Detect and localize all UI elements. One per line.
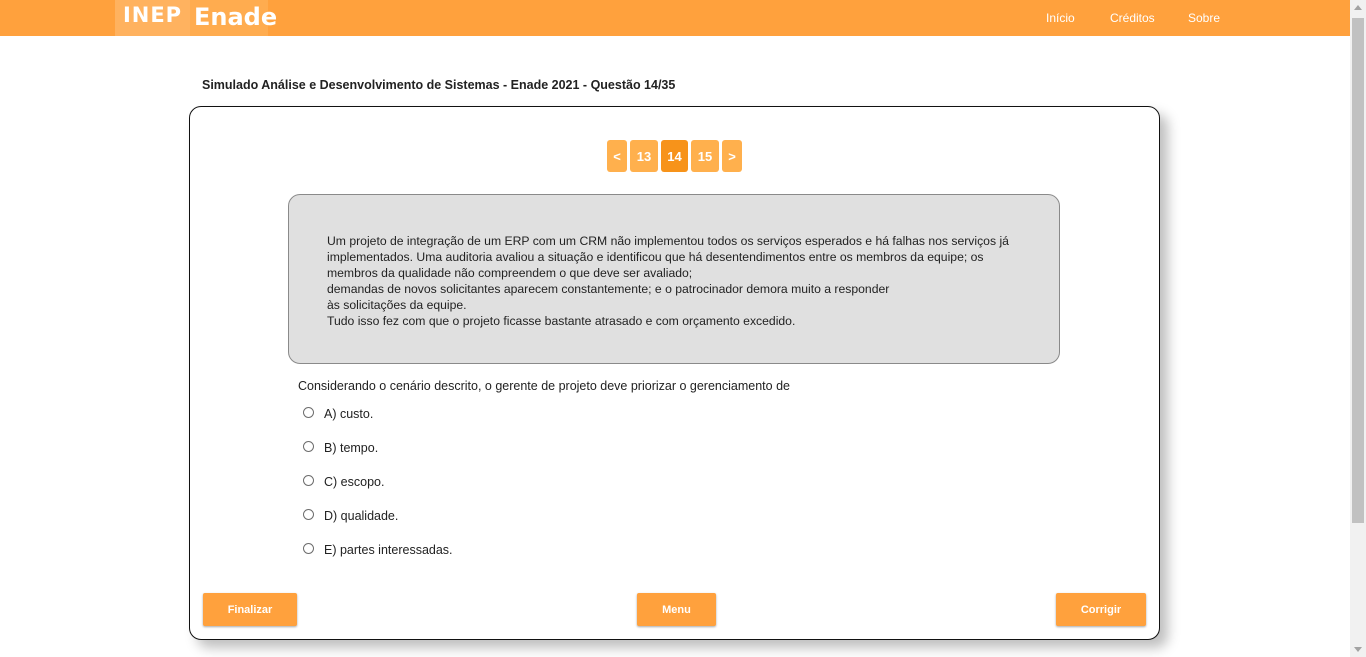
option-b[interactable]: B) tempo. — [303, 440, 379, 455]
top-navbar: INEP Enade Início Créditos Sobre — [0, 0, 1350, 36]
option-c[interactable]: C) escopo. — [303, 474, 385, 489]
correct-button[interactable]: Corrigir — [1056, 593, 1146, 626]
scrollbar-thumb[interactable] — [1352, 18, 1364, 523]
scenario-line: Tudo isso fez com que o projeto ficasse … — [327, 314, 796, 328]
scenario-line: Um projeto de integração de um ERP com u… — [327, 234, 1009, 248]
option-a-label: A) custo. — [324, 407, 374, 421]
scenario-line: membros da qualidade não compreendem o q… — [327, 266, 693, 280]
option-d[interactable]: D) qualidade. — [303, 508, 399, 523]
pager-prev-button[interactable]: < — [607, 140, 627, 172]
pager-page-15-button[interactable]: 15 — [691, 140, 719, 172]
inep-logo[interactable]: INEP — [115, 0, 190, 36]
option-b-radio[interactable] — [303, 440, 314, 452]
scenario-line: demandas de novos solicitantes aparecem … — [327, 282, 890, 296]
option-c-label: C) escopo. — [324, 475, 385, 489]
option-e[interactable]: E) partes interessadas. — [303, 542, 453, 557]
nav-sobre-link[interactable]: Sobre — [1188, 11, 1220, 25]
question-prompt: Considerando o cenário descrito, o geren… — [298, 379, 790, 393]
enade-logo-text: Enade — [194, 3, 278, 31]
option-e-label: E) partes interessadas. — [324, 543, 453, 557]
option-e-radio[interactable] — [303, 542, 314, 554]
page-scrollbar[interactable] — [1350, 0, 1366, 657]
inep-logo-text: INEP — [122, 3, 183, 27]
finish-button[interactable]: Finalizar — [203, 593, 297, 626]
option-d-radio[interactable] — [303, 508, 314, 520]
scroll-down-arrow-icon[interactable] — [1354, 647, 1362, 652]
pager-next-button[interactable]: > — [722, 140, 742, 172]
question-card — [189, 106, 1160, 640]
enade-logo[interactable]: Enade — [190, 0, 277, 36]
pager-page-13-button[interactable]: 13 — [630, 140, 658, 172]
scenario-text-box: Um projeto de integração de um ERP com u… — [288, 194, 1060, 364]
scroll-up-arrow-icon[interactable] — [1354, 5, 1362, 10]
option-a[interactable]: A) custo. — [303, 406, 374, 421]
nav-inicio-link[interactable]: Início — [1046, 11, 1075, 25]
menu-button[interactable]: Menu — [637, 593, 716, 626]
scenario-line: às solicitações da equipe. — [327, 298, 467, 312]
pager-page-14-button[interactable]: 14 — [661, 140, 688, 172]
option-a-radio[interactable] — [303, 406, 314, 418]
nav-creditos-link[interactable]: Créditos — [1110, 11, 1155, 25]
option-d-label: D) qualidade. — [324, 509, 399, 523]
option-c-radio[interactable] — [303, 474, 314, 486]
scenario-line: implementados. Uma auditoria avaliou a s… — [327, 250, 984, 264]
page-title: Simulado Análise e Desenvolvimento de Si… — [202, 78, 676, 92]
option-b-label: B) tempo. — [324, 441, 379, 455]
